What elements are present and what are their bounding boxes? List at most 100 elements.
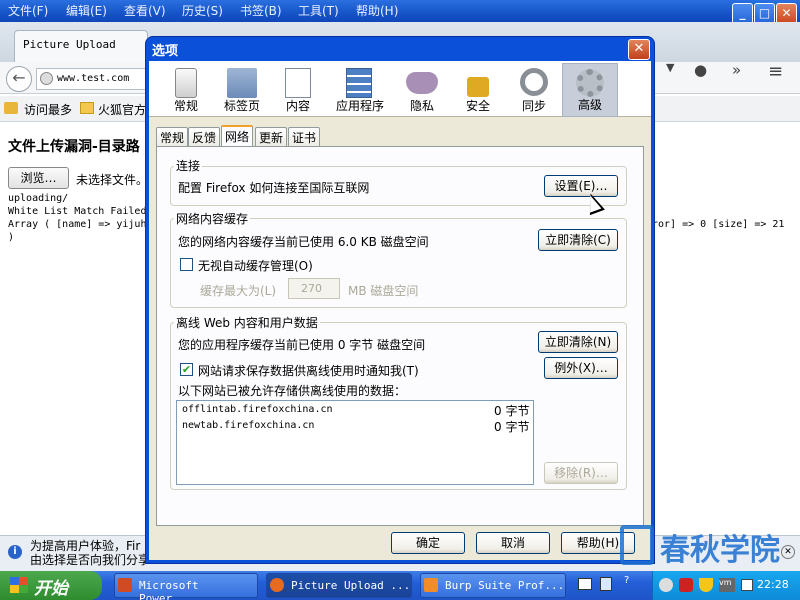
pane-general[interactable]: 常规 <box>158 63 214 117</box>
menu-edit[interactable]: 编辑(E) <box>66 2 107 19</box>
connection-legend: 连接 <box>174 157 203 174</box>
maximize-button[interactable]: □ <box>754 3 775 24</box>
expand-tray-icon[interactable]: ? <box>624 575 629 586</box>
list-item-size: 0 字节 <box>494 420 530 434</box>
pane-applications[interactable]: 应用程序 <box>330 63 390 117</box>
back-arrow-icon[interactable]: ← <box>6 66 32 92</box>
pane-label: 高级 <box>577 98 602 112</box>
pane-label: 常规 <box>173 99 198 113</box>
menu-history[interactable]: 历史(S) <box>182 2 223 19</box>
page-title: 文件上传漏洞-目录路 <box>8 139 140 155</box>
offline-usage: 您的应用程序缓存当前已使用 0 字节 磁盘空间 <box>178 338 426 352</box>
notify-offline-checkbox[interactable]: ✔ <box>180 363 193 376</box>
burp-icon <box>424 578 438 592</box>
connection-description: 配置 Firefox 如何连接至国际互联网 <box>178 181 370 195</box>
browse-button[interactable]: 浏览… <box>8 167 69 189</box>
pane-label: 安全 <box>465 99 490 113</box>
padlock-icon <box>467 77 489 97</box>
gear-icon <box>576 69 604 97</box>
subtab-feedback[interactable]: 反馈 <box>188 127 221 146</box>
folder-tabs-icon <box>227 68 257 98</box>
menu-bar: 文件(F) 编辑(E) 查看(V) 历史(S) 书签(B) 工具(T) 帮助(H… <box>0 0 800 22</box>
dropdown-arrow-icon[interactable]: ▼ <box>666 61 674 74</box>
clear-cache-button[interactable]: 立即清除(C) <box>538 229 618 251</box>
menu-help[interactable]: 帮助(H) <box>356 2 398 19</box>
input-method-icon[interactable] <box>600 577 612 591</box>
pane-security[interactable]: 安全 <box>450 63 506 117</box>
exceptions-button[interactable]: 例外(X)… <box>544 357 618 379</box>
cache-usage: 您的网络内容缓存当前已使用 6.0 KB 磁盘空间 <box>178 235 429 249</box>
pane-advanced[interactable]: 高级 <box>562 63 618 117</box>
windows-flag-icon <box>10 577 28 593</box>
keyboard-icon[interactable] <box>578 578 592 590</box>
menu-tools[interactable]: 工具(T) <box>298 2 339 19</box>
output-line: White List Match Failed <box>8 206 147 217</box>
output-line: ) <box>8 232 15 243</box>
pane-privacy[interactable]: 隐私 <box>394 63 450 117</box>
list-item-size: 0 字节 <box>494 404 530 418</box>
subtab-certificates[interactable]: 证书 <box>288 127 321 146</box>
dialog-title: 选项 <box>152 44 179 59</box>
pane-label: 标签页 <box>223 99 260 113</box>
notification-text: 由选择是否向我们分享 <box>30 553 151 567</box>
list-item-site[interactable]: newtab.firefoxchina.cn <box>182 420 314 431</box>
list-item-site[interactable]: offlintab.firefoxchina.cn <box>182 404 333 415</box>
cache-limit-input[interactable]: 270 <box>288 278 340 299</box>
pane-label: 隐私 <box>409 99 434 113</box>
cache-legend: 网络内容缓存 <box>174 210 251 227</box>
task-firefox[interactable]: Picture Upload ... <box>266 573 412 598</box>
hamburger-menu-icon[interactable]: ≡ <box>768 61 783 82</box>
clear-offline-button[interactable]: 立即清除(N) <box>538 331 618 353</box>
menu-view[interactable]: 查看(V) <box>124 2 166 19</box>
bookmark-most-visited[interactable]: 访问最多 <box>24 101 72 118</box>
minimize-button[interactable]: _ <box>732 3 753 24</box>
notify-offline-label: 网站请求保存数据供离线使用时通知我(T) <box>198 364 419 378</box>
pane-label: 应用程序 <box>335 99 384 113</box>
bookmark-icon <box>4 102 18 114</box>
menu-bookmarks[interactable]: 书签(B) <box>240 2 282 19</box>
folder-icon <box>80 102 94 114</box>
pane-tabs[interactable]: 标签页 <box>214 63 270 117</box>
pane-content[interactable]: 内容 <box>270 63 326 117</box>
dialog-close-button[interactable]: ✕ <box>628 39 650 60</box>
task-burp-suite[interactable]: Burp Suite Prof... <box>420 573 566 598</box>
firefox-icon <box>270 578 284 592</box>
offline-legend: 离线 Web 内容和用户数据 <box>174 314 320 331</box>
remove-site-button[interactable]: 移除(R)… <box>544 462 618 484</box>
content-page-icon <box>285 68 311 98</box>
override-cache-checkbox[interactable] <box>180 258 193 271</box>
subtab-network[interactable]: 网络 <box>221 125 254 147</box>
task-powerpoint[interactable]: Microsoft Power... <box>114 573 258 600</box>
chat-bubble-icon[interactable]: ● <box>694 61 707 79</box>
subtab-general[interactable]: 常规 <box>156 127 189 146</box>
output-line: Array ( [name] => yijuh <box>8 219 147 230</box>
network-icon[interactable] <box>741 579 753 591</box>
menu-file[interactable]: 文件(F) <box>8 2 48 19</box>
tray-app-icon[interactable] <box>659 578 673 592</box>
powerpoint-icon <box>118 578 132 592</box>
pane-label: 内容 <box>285 99 310 113</box>
vmware-icon[interactable]: vm <box>719 578 735 592</box>
overflow-chevron-icon[interactable]: » <box>732 61 741 79</box>
subtab-update[interactable]: 更新 <box>255 127 288 146</box>
watermark: 春秋学院 <box>660 533 780 568</box>
shield-icon[interactable] <box>699 578 713 592</box>
pane-sync[interactable]: 同步 <box>506 63 562 117</box>
security-shield-icon[interactable] <box>679 578 693 592</box>
output-line: uploading/ <box>8 193 69 204</box>
cancel-button[interactable]: 取消 <box>476 532 550 554</box>
bookmark-firefox-official[interactable]: 火狐官方 <box>98 101 146 118</box>
switch-icon <box>175 68 197 98</box>
applications-icon <box>346 68 372 98</box>
ok-button[interactable]: 确定 <box>391 532 465 554</box>
globe-icon <box>40 72 53 85</box>
cache-limit-unit: MB 磁盘空间 <box>348 284 419 298</box>
quick-launch: ? <box>572 571 652 600</box>
sync-icon <box>520 68 548 96</box>
connection-settings-button[interactable]: 设置(E)… <box>544 175 618 197</box>
browser-tab[interactable]: Picture Upload <box>14 30 148 62</box>
pane-label: 同步 <box>521 99 546 113</box>
clock: 22:28 <box>757 578 789 591</box>
info-icon: i <box>8 545 22 559</box>
window-close-button[interactable]: ✕ <box>776 3 797 24</box>
